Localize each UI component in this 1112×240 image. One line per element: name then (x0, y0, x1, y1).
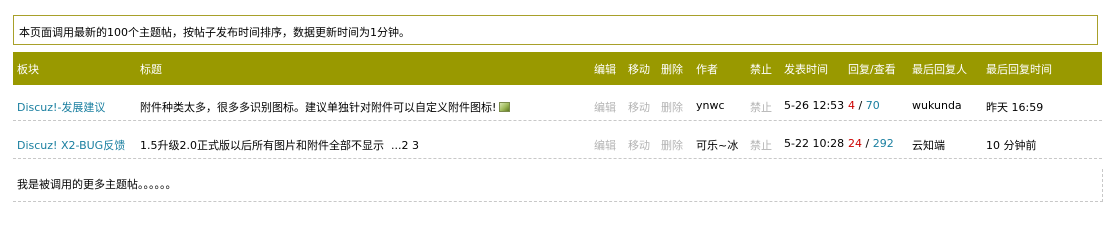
col-posted: 发表时间 (784, 63, 828, 76)
last-replier-link[interactable]: wukunda (912, 99, 962, 112)
last-reply-time: 10 分钟前 (986, 139, 1037, 152)
image-attachment-icon (499, 102, 511, 112)
reply-count: 24 (848, 137, 862, 150)
col-ban: 禁止 (750, 63, 772, 76)
more-threads-row: 我是被调用的更多主题帖。。。。。。 (13, 169, 1103, 202)
col-move: 移动 (628, 63, 650, 76)
posted-time: 5-22 10:28 (784, 137, 845, 150)
col-forum: 板块 (17, 63, 39, 76)
last-reply-time: 昨天 16:59 (986, 101, 1044, 114)
table-header: 板块 标题 编辑 移动 删除 作者 禁止 发表时间 回复/查看 最后回复人 最后… (13, 52, 1102, 85)
ban-action: 禁止 (750, 101, 772, 114)
col-delete: 删除 (661, 63, 683, 76)
delete-action: 删除 (661, 101, 683, 114)
author-link[interactable]: ynwc (696, 99, 725, 112)
move-action: 移动 (628, 101, 650, 114)
edit-action: 编辑 (594, 139, 616, 152)
view-count: 292 (872, 137, 894, 150)
replies-views: 24 / 292 (848, 137, 894, 150)
ban-action: 禁止 (750, 139, 772, 152)
last-replier-link[interactable]: 云知端 (912, 139, 945, 152)
table-row: Discuz! X2-BUG反馈 1.5升级2.0正式版以后所有图片和附件全部不… (13, 127, 1102, 159)
view-count: 70 (865, 99, 880, 112)
col-last-replier: 最后回复人 (912, 63, 967, 76)
notice-box: 本页面调用最新的100个主题帖，按帖子发布时间排序，数据更新时间为1分钟。 (13, 15, 1098, 45)
more-threads-text: 我是被调用的更多主题帖。。。。。。 (17, 178, 177, 191)
thread-title-link[interactable]: 附件种类太多，很多多识别图标。建议单独针对附件可以自定义附件图标! (140, 101, 496, 114)
notice-text: 本页面调用最新的100个主题帖，按帖子发布时间排序，数据更新时间为1分钟。 (19, 26, 410, 39)
move-action: 移动 (628, 139, 650, 152)
col-replies-views: 回复/查看 (848, 63, 896, 76)
forum-link[interactable]: Discuz!-发展建议 (17, 101, 105, 114)
table-row: Discuz!-发展建议 附件种类太多，很多多识别图标。建议单独针对附件可以自定… (13, 89, 1102, 121)
thread-title-link[interactable]: 1.5升级2.0正式版以后所有图片和附件全部不显示 (140, 139, 384, 152)
thread-pages-link[interactable]: ...2 3 (391, 139, 419, 152)
delete-action: 删除 (661, 139, 683, 152)
col-edit: 编辑 (594, 63, 616, 76)
replies-views: 4 / 70 (848, 99, 880, 112)
col-last-reply-time: 最后回复时间 (986, 63, 1052, 76)
col-title: 标题 (140, 63, 162, 76)
reply-count: 4 (848, 99, 855, 112)
edit-action: 编辑 (594, 101, 616, 114)
posted-time: 5-26 12:53 (784, 99, 845, 112)
forum-link[interactable]: Discuz! X2-BUG反馈 (17, 139, 125, 152)
col-author: 作者 (696, 63, 718, 76)
author-link[interactable]: 可乐~冰 (696, 139, 738, 152)
